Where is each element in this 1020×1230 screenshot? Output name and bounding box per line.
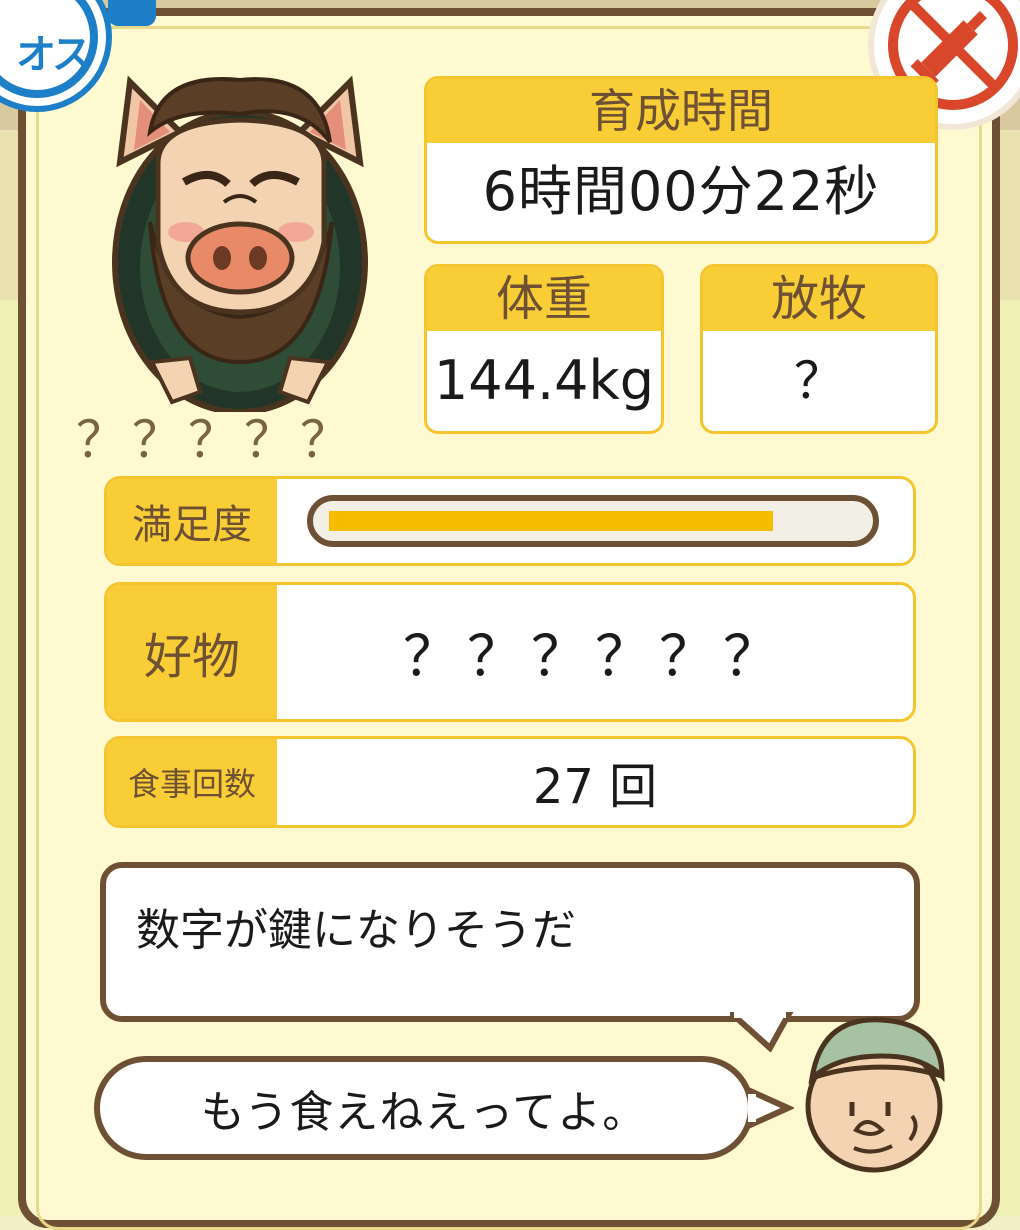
growth-time-label: 育成時間 — [427, 79, 935, 143]
farmer-face-icon — [792, 1006, 962, 1176]
weight-value: 144.4kg — [433, 349, 655, 412]
favorite-food-row: 好物 ？？？？？？ — [104, 582, 916, 722]
satisfaction-bar-fill — [329, 511, 773, 531]
favorite-food-value: ？？？？？？ — [403, 624, 787, 690]
grazing-box: 放牧 ？ — [700, 264, 938, 434]
pig-name: ？？？？？ — [76, 411, 356, 469]
growth-time-box: 育成時間 6時間00分22秒 — [424, 76, 938, 244]
meal-count-row: 食事回数 27 回 — [104, 736, 916, 828]
gender-label: オス — [16, 32, 92, 78]
grazing-label: 放牧 — [703, 267, 935, 331]
meal-count-value: 27 回 — [532, 759, 658, 815]
satisfaction-label: 満足度 — [107, 479, 277, 563]
hint-text: 数字が鍵になりそうだ — [136, 905, 576, 956]
weight-box: 体重 144.4kg — [424, 264, 664, 434]
speech-bubble[interactable]: もう食えねえってよ。 — [94, 1056, 754, 1160]
satisfaction-bar — [307, 495, 879, 547]
grazing-value: ？ — [794, 352, 844, 410]
favorite-food-label: 好物 — [107, 585, 277, 719]
weight-label: 体重 — [427, 267, 661, 331]
satisfaction-row: 満足度 — [104, 476, 916, 566]
hint-tail — [730, 1012, 794, 1052]
speech-text: もう食えねえってよ。 — [200, 1087, 648, 1138]
hint-box: 数字が鍵になりそうだ — [100, 862, 920, 1022]
pig-character-icon — [100, 62, 380, 415]
meal-count-label: 食事回数 — [107, 739, 277, 825]
speech-tail — [748, 1086, 794, 1130]
gender-badge-tab — [108, 0, 156, 26]
growth-time-value: 6時間00分22秒 — [482, 160, 880, 223]
